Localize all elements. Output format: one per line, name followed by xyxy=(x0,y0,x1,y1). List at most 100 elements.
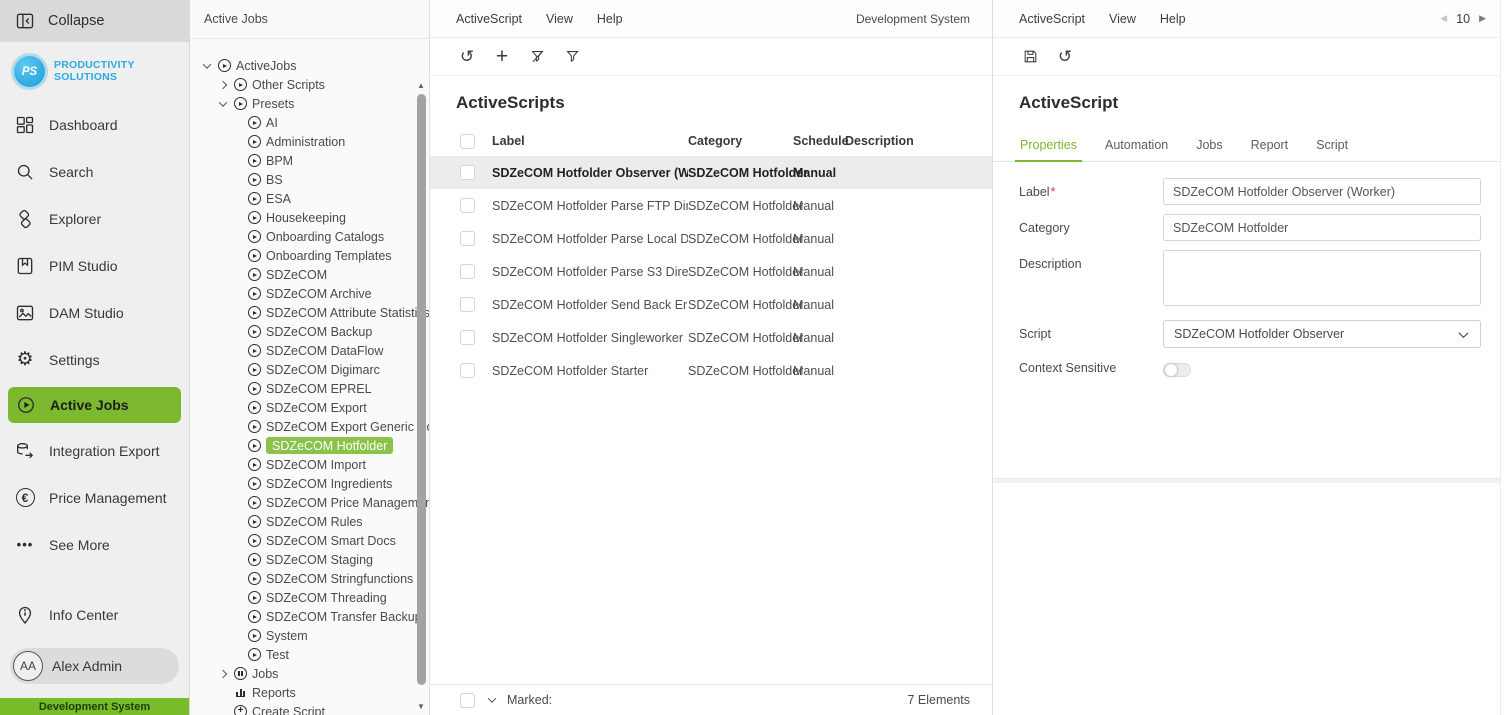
category-field[interactable] xyxy=(1163,214,1481,241)
refresh-icon[interactable]: ↺ xyxy=(1054,46,1076,68)
tree-item-bs[interactable]: + BS xyxy=(190,170,429,189)
menu-help[interactable]: Help xyxy=(1160,12,1186,26)
table-row[interactable]: SDZeCOM Hotfolder Starter SDZeCOM Hotfol… xyxy=(430,354,992,387)
tree-item-sdzecom-hotfolder[interactable]: + SDZeCOM Hotfolder xyxy=(190,436,429,455)
column-header-category[interactable]: Category xyxy=(688,134,793,148)
user-menu[interactable]: AA Alex Admin xyxy=(10,648,179,684)
tree-item-sdzecom-attribute-statistics[interactable]: + SDZeCOM Attribute Statistics xyxy=(190,303,429,322)
tree-scrollbar[interactable]: ▲ ▼ xyxy=(415,81,427,713)
tree-item-sdzecom-eprel[interactable]: + SDZeCOM EPREL xyxy=(190,379,429,398)
tree-item-other-scripts[interactable]: + Other Scripts xyxy=(190,75,429,94)
table-row[interactable]: SDZeCOM Hotfolder Send Back Errors SDZeC… xyxy=(430,288,992,321)
menu-view[interactable]: View xyxy=(546,12,573,26)
tree-expand-chevron-icon[interactable] xyxy=(219,80,227,88)
sidebar-item-dam-studio[interactable]: DAM Studio xyxy=(0,289,189,336)
column-header-schedule[interactable]: Schedule xyxy=(793,134,845,148)
detail-scrollbar-track[interactable] xyxy=(1500,0,1512,715)
tree-item-sdzecom-stringfunctions[interactable]: + SDZeCOM Stringfunctions xyxy=(190,569,429,588)
filter-icon[interactable] xyxy=(561,46,583,68)
tree-item-onboarding-templates[interactable]: + Onboarding Templates xyxy=(190,246,429,265)
tree-item-reports[interactable]: + Reports xyxy=(190,683,429,702)
tab-properties[interactable]: Properties xyxy=(1019,134,1078,161)
sidebar-item-see-more[interactable]: ••• See More xyxy=(0,521,189,568)
tree-item-jobs[interactable]: + Jobs xyxy=(190,664,429,683)
tree-item-sdzecom-digimarc[interactable]: + SDZeCOM Digimarc xyxy=(190,360,429,379)
sidebar-item-integration-export[interactable]: Integration Export xyxy=(0,427,189,474)
tree-item-bpm[interactable]: + BPM xyxy=(190,151,429,170)
sidebar-item-explorer[interactable]: Explorer xyxy=(0,195,189,242)
table-row[interactable]: SDZeCOM Hotfolder Parse S3 Directory SDZ… xyxy=(430,255,992,288)
label-field[interactable] xyxy=(1163,178,1481,205)
tree-item-sdzecom-export-generic-docs[interactable]: + SDZeCOM Export Generic Docs xyxy=(190,417,429,436)
scroll-up-icon[interactable]: ▲ xyxy=(417,81,425,92)
script-select[interactable]: SDZeCOM Hotfolder Observer xyxy=(1163,320,1481,348)
row-checkbox[interactable] xyxy=(460,231,475,246)
tab-script[interactable]: Script xyxy=(1315,134,1349,161)
row-checkbox[interactable] xyxy=(460,330,475,345)
tree-item-esa[interactable]: + ESA xyxy=(190,189,429,208)
tree-expand-chevron-icon[interactable] xyxy=(219,669,227,677)
tree-item-system[interactable]: + System xyxy=(190,626,429,645)
tree-item-ai[interactable]: + AI xyxy=(190,113,429,132)
tree-item-test[interactable]: + Test xyxy=(190,645,429,664)
tab-automation[interactable]: Automation xyxy=(1104,134,1169,161)
tree-item-onboarding-catalogs[interactable]: + Onboarding Catalogs xyxy=(190,227,429,246)
column-header-label[interactable]: Label xyxy=(492,134,688,148)
row-checkbox[interactable] xyxy=(460,264,475,279)
tree-item-sdzecom-price-management[interactable]: + SDZeCOM Price Management xyxy=(190,493,429,512)
sidebar-item-info-center[interactable]: Info Center xyxy=(0,591,189,638)
sidebar-item-search[interactable]: Search xyxy=(0,148,189,195)
select-all-checkbox[interactable] xyxy=(460,134,475,149)
tree-item-sdzecom-rules[interactable]: + SDZeCOM Rules xyxy=(190,512,429,531)
tab-jobs[interactable]: Jobs xyxy=(1195,134,1223,161)
tree-expand-chevron-icon[interactable] xyxy=(219,98,227,106)
sidebar-item-dashboard[interactable]: Dashboard xyxy=(0,101,189,148)
add-icon[interactable]: + xyxy=(491,46,513,68)
scroll-down-icon[interactable]: ▼ xyxy=(417,702,425,713)
column-header-description[interactable]: Description xyxy=(845,134,970,148)
tree-item-sdzecom-threading[interactable]: + SDZeCOM Threading xyxy=(190,588,429,607)
sidebar-item-settings[interactable]: ⚙ Settings xyxy=(0,336,189,383)
sidebar-item-active-jobs[interactable]: Active Jobs xyxy=(8,387,181,423)
row-checkbox[interactable] xyxy=(460,363,475,378)
sidebar-item-price-management[interactable]: € Price Management xyxy=(0,474,189,521)
refresh-icon[interactable]: ↺ xyxy=(456,46,478,68)
tree-item-sdzecom-ingredients[interactable]: + SDZeCOM Ingredients xyxy=(190,474,429,493)
prev-arrow-icon[interactable]: ◀ xyxy=(1440,13,1447,24)
tree-item-presets[interactable]: + Presets xyxy=(190,94,429,113)
filter-clear-icon[interactable] xyxy=(526,46,548,68)
tab-report[interactable]: Report xyxy=(1250,134,1290,161)
row-checkbox[interactable] xyxy=(460,297,475,312)
tree-item-sdzecom-archive[interactable]: + SDZeCOM Archive xyxy=(190,284,429,303)
footer-checkbox[interactable] xyxy=(460,693,475,708)
sidebar-item-pim-studio[interactable]: PIM Studio xyxy=(0,242,189,289)
menu-view[interactable]: View xyxy=(1109,12,1136,26)
table-row[interactable]: SDZeCOM Hotfolder Observer (Worker) SDZe… xyxy=(430,156,992,189)
description-field[interactable] xyxy=(1163,250,1481,306)
next-arrow-icon[interactable]: ▶ xyxy=(1479,13,1486,24)
menu-activescript[interactable]: ActiveScript xyxy=(1019,12,1085,26)
tree-expand-chevron-icon[interactable] xyxy=(203,60,211,68)
tree-item-sdzecom[interactable]: + SDZeCOM xyxy=(190,265,429,284)
tree-item-sdzecom-smart-docs[interactable]: + SDZeCOM Smart Docs xyxy=(190,531,429,550)
save-icon[interactable] xyxy=(1019,46,1041,68)
tree-item-sdzecom-transfer-backup[interactable]: + SDZeCOM Transfer Backup xyxy=(190,607,429,626)
tree-item-administration[interactable]: + Administration xyxy=(190,132,429,151)
scrollbar-thumb[interactable] xyxy=(417,94,426,685)
tree-item-sdzecom-export[interactable]: + SDZeCOM Export xyxy=(190,398,429,417)
table-row[interactable]: SDZeCOM Hotfolder Parse FTP Directory SD… xyxy=(430,189,992,222)
tree-item-sdzecom-dataflow[interactable]: + SDZeCOM DataFlow xyxy=(190,341,429,360)
tree-item-housekeeping[interactable]: + Housekeeping xyxy=(190,208,429,227)
menu-help[interactable]: Help xyxy=(597,12,623,26)
tree-item-sdzecom-staging[interactable]: + SDZeCOM Staging xyxy=(190,550,429,569)
table-row[interactable]: SDZeCOM Hotfolder Singleworker SDZeCOM H… xyxy=(430,321,992,354)
tree-item-sdzecom-import[interactable]: + SDZeCOM Import xyxy=(190,455,429,474)
table-row[interactable]: SDZeCOM Hotfolder Parse Local Directory … xyxy=(430,222,992,255)
collapse-button[interactable]: Collapse xyxy=(0,0,189,42)
tree-item-sdzecom-backup[interactable]: + SDZeCOM Backup xyxy=(190,322,429,341)
chevron-down-icon[interactable] xyxy=(488,694,496,702)
row-checkbox[interactable] xyxy=(460,198,475,213)
row-checkbox[interactable] xyxy=(460,165,475,180)
menu-activescript[interactable]: ActiveScript xyxy=(456,12,522,26)
tree-item-create-script[interactable]: + Create Script xyxy=(190,702,429,715)
